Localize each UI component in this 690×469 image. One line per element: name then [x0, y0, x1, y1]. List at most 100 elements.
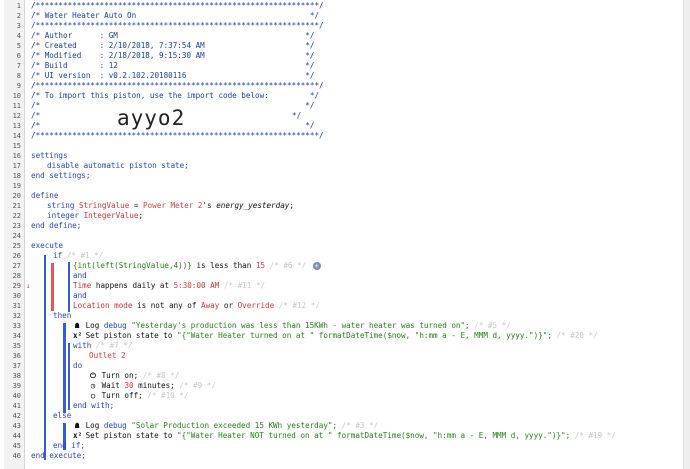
task-keyword: Log	[85, 321, 104, 330]
conditions-marker	[51, 263, 54, 311]
condition-1[interactable]: {int(left(StringValue,4))} is less than …	[73, 261, 321, 271]
type-keyword: integer	[47, 211, 80, 220]
line-number: 3	[16, 22, 21, 30]
task-turn-on[interactable]: ⏻ Turn on; /* #8 */	[89, 371, 179, 381]
else-log-task[interactable]: ☗ Log debug "Solar Production exceeded 1…	[73, 421, 379, 431]
line-number: 40	[12, 392, 21, 400]
header-title: /* Water Heater Auto On */	[31, 11, 320, 20]
statement-id: /* #9 */	[174, 381, 216, 390]
line-number: 4	[16, 32, 21, 40]
task-text: Turn off;	[101, 391, 143, 400]
condition-operator: happens daily at	[91, 281, 174, 290]
else-set-state-task[interactable]: x² Set piston state to "{"Water Heater N…	[73, 431, 616, 441]
end-settings: end settings;	[31, 171, 91, 180]
line-number: 7	[16, 62, 21, 70]
line-number: 45	[12, 442, 21, 450]
header-code-open: /*	[31, 111, 41, 120]
line-number: 15	[12, 142, 21, 150]
with-device[interactable]: Outlet 2	[89, 351, 126, 361]
variable-name: StringValue	[79, 201, 130, 210]
clock-icon: ◷	[90, 381, 96, 390]
variable-x-icon: x²	[73, 331, 83, 340]
do-keyword: do	[73, 361, 83, 370]
then-set-state-task[interactable]: x² Set piston state to "{"Water Heater t…	[73, 331, 598, 341]
line-number: 16	[12, 152, 21, 160]
header-modified: /* Modified : 2/18/2018, 9:15:30 AM */	[31, 51, 315, 60]
variable-declaration-integer[interactable]: integer IntegerValue;	[47, 211, 143, 221]
power-off-icon: ○	[90, 391, 96, 400]
define-keyword[interactable]: define	[31, 191, 58, 201]
statement-id: /* #19 */	[570, 431, 616, 440]
line-number: 10	[12, 92, 21, 100]
task-turn-off[interactable]: ○ Turn off; /* #10 */	[89, 391, 189, 401]
header-border: /***************************************…	[31, 81, 324, 90]
log-icon: ☗	[74, 321, 80, 330]
statement-id: /* #8 */	[138, 371, 180, 380]
with-keyword: with	[73, 341, 92, 350]
line-number: 31	[12, 302, 21, 310]
line-number: 22	[12, 212, 21, 220]
if-statement[interactable]: if /* #1 */	[53, 251, 103, 261]
line-number: 2	[16, 12, 21, 20]
and-operator[interactable]: and	[73, 271, 87, 281]
if-keyword: if	[53, 251, 63, 260]
log-icon: ☗	[74, 421, 80, 430]
condition-operator: is less than	[191, 261, 256, 270]
log-level: debug	[103, 421, 127, 430]
line-number: 23	[12, 222, 21, 230]
settings-keyword[interactable]: settings	[31, 151, 68, 161]
line-number: 33	[12, 322, 21, 330]
else-keyword: else	[53, 411, 72, 420]
condition-operator: is not any of	[132, 301, 202, 310]
semicolon: ;	[138, 211, 144, 220]
attribute-name: energy_yesterday	[216, 201, 290, 210]
vertical-scrollbar[interactable]	[683, 0, 690, 469]
statement-id: /* #11 */	[219, 281, 266, 290]
line-number: 14	[12, 132, 21, 140]
task-text: minutes;	[133, 381, 175, 390]
line-number: 36	[12, 352, 21, 360]
line-number: 18	[12, 172, 21, 180]
line-number: 38	[12, 372, 21, 380]
condition-2[interactable]: Time happens daily at 5:30:00 AM /* #11 …	[73, 281, 265, 291]
add-condition-icon[interactable]: +	[312, 262, 321, 270]
line-number: 12	[12, 112, 21, 120]
then-log-task[interactable]: ☗ Log debug "Yesterday's production was …	[73, 321, 511, 331]
execute-keyword[interactable]: execute	[31, 241, 63, 251]
line-number: 29	[12, 282, 21, 290]
state-expression: "{"Water Heater NOT turned on at " forma…	[177, 431, 571, 440]
line-number: 44	[12, 432, 21, 440]
piston-code-editor: 1 2 3 4 5 6 7 8 9 10 11 12 13 14 15 16 17 18 19 20 21 22 23 24 2…	[0, 0, 690, 469]
line-number: 19	[12, 182, 21, 190]
statement-id: /* #20 */	[551, 331, 598, 340]
task-wait[interactable]: ◷ Wait 30 minutes; /* #9 */	[89, 381, 216, 391]
line-number: 24	[12, 232, 21, 240]
end-define: end define;	[31, 221, 82, 230]
task-keyword: Set piston state to	[85, 331, 178, 340]
with-statement[interactable]: with /* #7 */	[73, 341, 132, 351]
settings-item[interactable]: disable automatic piston state;	[47, 161, 189, 171]
header-blank: /* */	[31, 121, 315, 130]
statement-id: /* #1 */	[62, 251, 104, 260]
line-number: 17	[12, 162, 21, 170]
line-number: 26	[12, 252, 21, 260]
line-number: 20	[12, 192, 21, 200]
line-number: 32	[12, 312, 21, 320]
log-message: "Solar Production exceeded 15 KWh yester…	[126, 421, 338, 430]
line-number: 6	[16, 52, 21, 60]
header-created: /* Created : 2/10/2018, 7:37:54 AM */	[31, 41, 315, 50]
line-number: 30	[12, 292, 21, 300]
and-operator[interactable]: and	[73, 291, 87, 301]
conditions-bracket	[68, 262, 70, 312]
line-number-gutter: 1 2 3 4 5 6 7 8 9 10 11 12 13 14 15 16 17 18 19 20 21 22 23 24 2…	[4, 0, 25, 469]
line-number: 5	[16, 42, 21, 50]
task-text: Wait	[101, 381, 125, 390]
statement-id: /* #10 */	[142, 391, 189, 400]
header-import-line: /* To import this piston, use the import…	[31, 91, 320, 100]
line-number: 39	[12, 382, 21, 390]
condition-expression: {int(left(StringValue,4))}	[73, 261, 192, 270]
variable-declaration-string[interactable]: string StringValue = Power Meter 2's ene…	[47, 201, 294, 211]
condition-3[interactable]: Location mode is not any of Away or Over…	[73, 301, 320, 311]
variable-name: IntegerValue	[83, 211, 139, 220]
line-number: 35	[12, 342, 21, 350]
